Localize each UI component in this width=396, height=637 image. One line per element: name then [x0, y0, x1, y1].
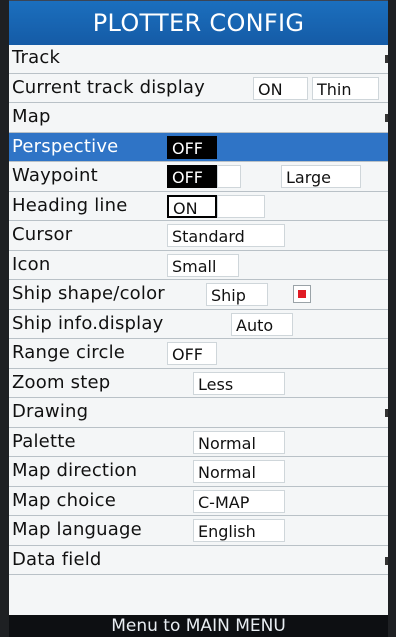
ship-info-display-value[interactable]: Auto: [231, 312, 293, 336]
row-label: Current track display: [12, 76, 205, 98]
row-label: Ship shape/color: [12, 283, 165, 304]
row-label: Data field: [12, 548, 102, 570]
menu-row-perspective[interactable]: Perspective OFF: [9, 132, 388, 162]
waypoint-display-value[interactable]: OFF: [167, 165, 217, 188]
zoom-step-value[interactable]: Less: [193, 371, 285, 395]
waypoint-blank-field: [217, 165, 241, 188]
cursor-value[interactable]: Standard: [167, 224, 285, 247]
menu-title: PLOTTER CONFIG: [9, 0, 388, 45]
row-label: Map choice: [12, 489, 116, 511]
menu-row-drawing[interactable]: Drawing: [9, 398, 388, 428]
menu-row-map-choice[interactable]: Map choice C-MAP: [9, 487, 388, 516]
menu-row-palette[interactable]: Palette Normal: [9, 428, 388, 457]
row-label: Heading line: [12, 194, 128, 216]
row-label: Icon: [12, 253, 51, 275]
row-label: Palette: [12, 430, 76, 452]
row-label: Drawing: [12, 401, 89, 422]
row-label: Ship info.display: [12, 312, 164, 334]
menu-row-track[interactable]: Track: [9, 44, 388, 74]
menu-row-map[interactable]: Map: [9, 103, 388, 133]
row-label: Perspective: [12, 135, 119, 157]
row-label: Map direction: [12, 460, 138, 481]
menu-row-current-track-display[interactable]: Current track display ON Thin: [9, 74, 388, 103]
menu-row-waypoint[interactable]: Waypoint OFF Large: [9, 162, 388, 192]
menu-rows: Track Current track display ON Thin Map …: [9, 44, 388, 575]
menu-row-map-direction[interactable]: Map direction Normal: [9, 457, 388, 487]
submenu-arrow-icon: [385, 114, 388, 122]
submenu-arrow-icon: [385, 55, 388, 63]
map-direction-value[interactable]: Normal: [193, 460, 285, 483]
row-label: Range circle: [12, 342, 126, 363]
menu-row-zoom-step[interactable]: Zoom step Less: [9, 369, 388, 398]
heading-line-blank-field: [217, 194, 265, 218]
icon-size-value[interactable]: Small: [167, 253, 239, 277]
red-square-icon: [298, 290, 306, 298]
ship-shape-value[interactable]: Ship: [206, 283, 268, 306]
menu-row-ship-info-display[interactable]: Ship info.display Auto: [9, 310, 388, 339]
perspective-value[interactable]: OFF: [167, 135, 217, 159]
submenu-arrow-icon: [385, 556, 388, 565]
row-label: Map: [12, 106, 51, 127]
track-width-value[interactable]: Thin: [312, 76, 379, 100]
row-label: Track: [12, 47, 61, 68]
menu-row-heading-line[interactable]: Heading line ON: [9, 192, 388, 221]
row-label: Waypoint: [12, 165, 98, 186]
track-display-value[interactable]: ON: [253, 76, 308, 100]
menu-row-icon[interactable]: Icon Small: [9, 251, 388, 280]
menu-row-cursor[interactable]: Cursor Standard: [9, 221, 388, 251]
heading-line-value[interactable]: ON: [167, 194, 217, 218]
map-choice-value[interactable]: C-MAP: [193, 489, 285, 513]
menu-row-data-field[interactable]: Data field: [9, 546, 388, 575]
row-label: Zoom step: [12, 371, 111, 393]
submenu-arrow-icon: [385, 409, 388, 417]
row-label: Map language: [12, 519, 142, 540]
menu-row-map-language[interactable]: Map language English: [9, 516, 388, 546]
ship-color-swatch[interactable]: [293, 285, 311, 303]
range-circle-value[interactable]: OFF: [167, 342, 217, 365]
menu-row-ship-shape-color[interactable]: Ship shape/color Ship: [9, 280, 388, 310]
palette-value[interactable]: Normal: [193, 430, 285, 454]
row-label: Cursor: [12, 224, 73, 245]
waypoint-size-value[interactable]: Large: [281, 165, 361, 188]
map-language-value[interactable]: English: [193, 519, 285, 542]
plotter-config-panel: PLOTTER CONFIG Track Current track displ…: [0, 0, 396, 637]
menu-row-range-circle[interactable]: Range circle OFF: [9, 339, 388, 369]
footer-hint: Menu to MAIN MENU: [9, 615, 388, 637]
